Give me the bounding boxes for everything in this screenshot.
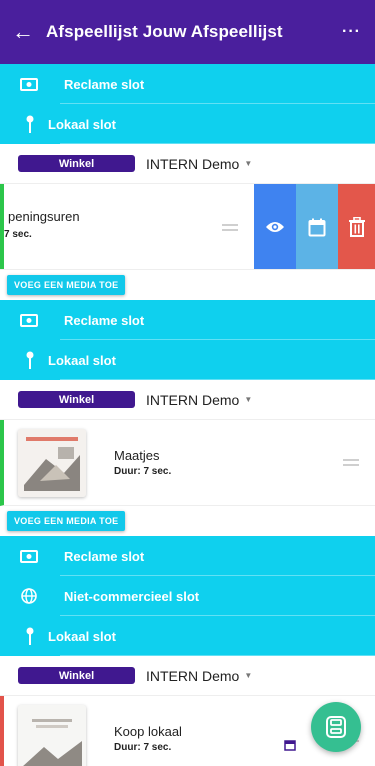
media-name: Maatjes [114,448,160,463]
slot-label: Reclame slot [64,76,145,92]
caret-down-icon: ▼ [244,159,253,168]
add-media-row: VOEG EEN MEDIA TOE [0,270,375,300]
drag-handle-icon[interactable] [343,458,359,466]
store-row: Winkel INTERN Demo ▼ [0,380,375,420]
caret-down-icon: ▼ [244,395,253,404]
delete-button[interactable] [338,184,375,269]
pin-icon [24,115,36,133]
media-info: Maatjes Duur: 7 sec. [114,448,171,477]
slot-label: Reclame slot [64,548,145,564]
store-select-value: INTERN Demo [146,391,240,408]
slot-label: Lokaal slot [48,116,116,132]
media-thumbnail [18,428,86,497]
add-media-row: VOEG EEN MEDIA TOE [0,506,375,536]
calendar-icon [308,218,326,236]
money-icon [18,549,40,563]
eye-icon [266,222,284,232]
slot-label: Lokaal slot [48,628,116,644]
slot-label: Lokaal slot [48,352,116,368]
media-name: peningsuren [8,209,80,224]
drag-handle-icon[interactable] [222,224,238,231]
money-icon [18,77,40,91]
media-content: peningsuren 7 sec. [0,184,254,269]
pin-icon [24,627,36,645]
store-row: Winkel INTERN Demo ▼ [0,656,375,696]
more-menu-icon[interactable]: ··· [342,23,361,41]
add-media-button[interactable]: VOEG EEN MEDIA TOE [7,511,126,531]
slot-lokaal[interactable]: Lokaal slot [0,340,375,380]
media-name: Koop lokaal [114,724,182,739]
media-item[interactable]: Maatjes Duur: 7 sec. [0,420,375,506]
media-duration: 7 sec. [4,229,32,240]
pin-icon [24,351,36,369]
preview-button[interactable] [254,184,296,269]
store-select[interactable]: INTERN Demo ▼ [146,156,252,172]
media-duration: Duur: 7 sec. [114,466,172,477]
slot-label: Reclame slot [64,312,145,328]
save-fab-button[interactable] [311,702,361,752]
money-icon [18,313,40,327]
store-select[interactable]: INTERN Demo ▼ [146,392,252,408]
store-select-value: INTERN Demo [146,667,240,684]
app-bar: ← Afspeellijst Jouw Afspeellijst ··· [0,0,375,64]
store-row: Winkel INTERN Demo ▼ [0,144,375,184]
schedule-button[interactable] [296,184,338,269]
media-thumbnail [18,704,86,766]
slot-reclame[interactable]: Reclame slot [0,536,375,576]
store-select[interactable]: INTERN Demo ▼ [146,668,252,684]
slot-reclame[interactable]: Reclame slot [0,64,375,104]
store-badge: Winkel [18,391,135,408]
slot-label: Niet-commercieel slot [64,588,200,604]
playlist: Reclame slot Lokaal slot Winkel INTERN D… [0,64,375,766]
calendar-icon[interactable] [284,738,296,756]
add-media-button[interactable]: VOEG EEN MEDIA TOE [7,275,126,295]
media-info: Koop lokaal Duur: 7 sec. [114,724,182,753]
back-arrow-icon[interactable]: ← [12,21,36,43]
caret-down-icon: ▼ [244,671,253,680]
media-duration: Duur: 7 sec. [114,742,172,753]
store-badge: Winkel [18,667,135,684]
save-icon [326,716,346,738]
media-item-swiped[interactable]: peningsuren 7 sec. [0,184,375,270]
page-title: Afspeellijst Jouw Afspeellijst [46,22,283,41]
store-badge: Winkel [18,155,135,172]
slot-reclame[interactable]: Reclame slot [0,300,375,340]
trash-icon [348,217,365,237]
slot-lokaal[interactable]: Lokaal slot [0,104,375,144]
store-select-value: INTERN Demo [146,155,240,172]
slot-lokaal[interactable]: Lokaal slot [0,616,375,656]
slot-niet-commercieel[interactable]: Niet-commercieel slot [0,576,375,616]
globe-icon [18,588,40,604]
